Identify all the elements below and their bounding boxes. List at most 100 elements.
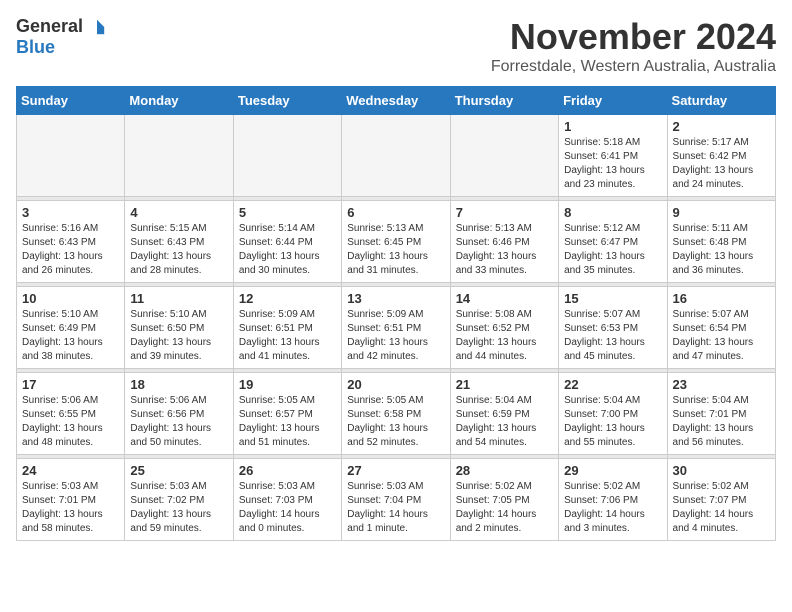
- calendar-cell: 24 Sunrise: 5:03 AM Sunset: 7:01 PM Dayli…: [17, 459, 125, 541]
- day-info: Sunrise: 5:06 AM Sunset: 6:56 PM Dayligh…: [130, 394, 227, 450]
- calendar-cell: 26 Sunrise: 5:03 AM Sunset: 7:03 PM Dayli…: [233, 459, 341, 541]
- logo-icon: [88, 18, 106, 36]
- day-info: Sunrise: 5:13 AM Sunset: 6:45 PM Dayligh…: [347, 222, 444, 278]
- calendar-cell: [17, 115, 125, 197]
- logo-blue: Blue: [16, 37, 55, 57]
- day-info: Sunrise: 5:03 AM Sunset: 7:01 PM Dayligh…: [22, 480, 119, 536]
- calendar-dow-friday: Friday: [559, 87, 667, 115]
- day-info: Sunrise: 5:02 AM Sunset: 7:07 PM Dayligh…: [673, 480, 770, 536]
- calendar-cell: 17Sunrise: 5:06 AM Sunset: 6:55 PM Dayli…: [17, 373, 125, 455]
- location: Forrestdale, Western Australia, Australi…: [491, 58, 776, 76]
- calendar-cell: 22 Sunrise: 5:04 AM Sunset: 7:00 PM Dayli…: [559, 373, 667, 455]
- day-number: 14: [456, 291, 553, 306]
- day-info: Sunrise: 5:09 AM Sunset: 6:51 PM Dayligh…: [239, 308, 336, 364]
- calendar-cell: 8Sunrise: 5:12 AM Sunset: 6:47 PM Daylig…: [559, 201, 667, 283]
- day-number: 5: [239, 205, 336, 220]
- day-number: 8: [564, 205, 661, 220]
- day-info: Sunrise: 5:05 AM Sunset: 6:57 PM Dayligh…: [239, 394, 336, 450]
- calendar-cell: 16 Sunrise: 5:07 AM Sunset: 6:54 PM Dayli…: [667, 287, 775, 369]
- day-info: Sunrise: 5:04 AM Sunset: 6:59 PM Dayligh…: [456, 394, 553, 450]
- day-info: Sunrise: 5:04 AM Sunset: 7:00 PM Dayligh…: [564, 394, 661, 450]
- page-header: General Blue November 2024 Forrestdale, …: [16, 16, 776, 76]
- calendar-cell: [342, 115, 450, 197]
- day-number: 28: [456, 463, 553, 478]
- day-number: 7: [456, 205, 553, 220]
- day-info: Sunrise: 5:11 AM Sunset: 6:48 PM Dayligh…: [673, 222, 770, 278]
- day-info: Sunrise: 5:02 AM Sunset: 7:06 PM Dayligh…: [564, 480, 661, 536]
- day-number: 19: [239, 377, 336, 392]
- day-info: Sunrise: 5:08 AM Sunset: 6:52 PM Dayligh…: [456, 308, 553, 364]
- calendar-table: SundayMondayTuesdayWednesdayThursdayFrid…: [16, 86, 776, 541]
- calendar-week-row: 3 Sunrise: 5:16 AM Sunset: 6:43 PM Daylig…: [17, 201, 776, 283]
- calendar-cell: 7 Sunrise: 5:13 AM Sunset: 6:46 PM Daylig…: [450, 201, 558, 283]
- day-number: 22: [564, 377, 661, 392]
- calendar-dow-saturday: Saturday: [667, 87, 775, 115]
- day-number: 20: [347, 377, 444, 392]
- calendar-week-row: 24 Sunrise: 5:03 AM Sunset: 7:01 PM Dayli…: [17, 459, 776, 541]
- calendar-cell: 15 Sunrise: 5:07 AM Sunset: 6:53 PM Dayli…: [559, 287, 667, 369]
- calendar-cell: 5 Sunrise: 5:14 AM Sunset: 6:44 PM Daylig…: [233, 201, 341, 283]
- day-info: Sunrise: 5:09 AM Sunset: 6:51 PM Dayligh…: [347, 308, 444, 364]
- day-info: Sunrise: 5:16 AM Sunset: 6:43 PM Dayligh…: [22, 222, 119, 278]
- calendar-cell: 19 Sunrise: 5:05 AM Sunset: 6:57 PM Dayli…: [233, 373, 341, 455]
- calendar-header-row: SundayMondayTuesdayWednesdayThursdayFrid…: [17, 87, 776, 115]
- day-info: Sunrise: 5:03 AM Sunset: 7:03 PM Dayligh…: [239, 480, 336, 536]
- calendar-dow-wednesday: Wednesday: [342, 87, 450, 115]
- day-number: 3: [22, 205, 119, 220]
- day-number: 17: [22, 377, 119, 392]
- calendar-cell: 25Sunrise: 5:03 AM Sunset: 7:02 PM Dayli…: [125, 459, 233, 541]
- title-block: November 2024 Forrestdale, Western Austr…: [491, 16, 776, 76]
- day-number: 26: [239, 463, 336, 478]
- day-number: 16: [673, 291, 770, 306]
- calendar-cell: 4Sunrise: 5:15 AM Sunset: 6:43 PM Daylig…: [125, 201, 233, 283]
- calendar-cell: 10 Sunrise: 5:10 AM Sunset: 6:49 PM Dayli…: [17, 287, 125, 369]
- calendar-week-row: 1 Sunrise: 5:18 AM Sunset: 6:41 PM Daylig…: [17, 115, 776, 197]
- calendar-cell: [125, 115, 233, 197]
- calendar-cell: 12 Sunrise: 5:09 AM Sunset: 6:51 PM Dayli…: [233, 287, 341, 369]
- calendar-cell: 2Sunrise: 5:17 AM Sunset: 6:42 PM Daylig…: [667, 115, 775, 197]
- day-info: Sunrise: 5:04 AM Sunset: 7:01 PM Dayligh…: [673, 394, 770, 450]
- day-info: Sunrise: 5:10 AM Sunset: 6:49 PM Dayligh…: [22, 308, 119, 364]
- day-number: 13: [347, 291, 444, 306]
- calendar-cell: 14 Sunrise: 5:08 AM Sunset: 6:52 PM Dayli…: [450, 287, 558, 369]
- day-info: Sunrise: 5:17 AM Sunset: 6:42 PM Dayligh…: [673, 136, 770, 192]
- day-info: Sunrise: 5:07 AM Sunset: 6:53 PM Dayligh…: [564, 308, 661, 364]
- calendar-cell: 29Sunrise: 5:02 AM Sunset: 7:06 PM Dayli…: [559, 459, 667, 541]
- day-number: 10: [22, 291, 119, 306]
- day-info: Sunrise: 5:03 AM Sunset: 7:04 PM Dayligh…: [347, 480, 444, 536]
- day-info: Sunrise: 5:13 AM Sunset: 6:46 PM Dayligh…: [456, 222, 553, 278]
- day-number: 11: [130, 291, 227, 306]
- calendar-cell: 21 Sunrise: 5:04 AM Sunset: 6:59 PM Dayli…: [450, 373, 558, 455]
- day-info: Sunrise: 5:18 AM Sunset: 6:41 PM Dayligh…: [564, 136, 661, 192]
- day-info: Sunrise: 5:10 AM Sunset: 6:50 PM Dayligh…: [130, 308, 227, 364]
- calendar-cell: [450, 115, 558, 197]
- calendar-cell: 28 Sunrise: 5:02 AM Sunset: 7:05 PM Dayli…: [450, 459, 558, 541]
- calendar-cell: 6 Sunrise: 5:13 AM Sunset: 6:45 PM Daylig…: [342, 201, 450, 283]
- day-number: 1: [564, 119, 661, 134]
- day-info: Sunrise: 5:02 AM Sunset: 7:05 PM Dayligh…: [456, 480, 553, 536]
- day-number: 15: [564, 291, 661, 306]
- calendar-cell: 1 Sunrise: 5:18 AM Sunset: 6:41 PM Daylig…: [559, 115, 667, 197]
- day-number: 12: [239, 291, 336, 306]
- day-number: 21: [456, 377, 553, 392]
- day-number: 6: [347, 205, 444, 220]
- day-info: Sunrise: 5:14 AM Sunset: 6:44 PM Dayligh…: [239, 222, 336, 278]
- day-number: 24: [22, 463, 119, 478]
- day-number: 30: [673, 463, 770, 478]
- calendar-dow-monday: Monday: [125, 87, 233, 115]
- calendar-dow-sunday: Sunday: [17, 87, 125, 115]
- calendar-cell: 27 Sunrise: 5:03 AM Sunset: 7:04 PM Dayli…: [342, 459, 450, 541]
- logo-general: General: [16, 16, 106, 36]
- day-number: 27: [347, 463, 444, 478]
- calendar-cell: 13 Sunrise: 5:09 AM Sunset: 6:51 PM Dayli…: [342, 287, 450, 369]
- calendar-cell: 3 Sunrise: 5:16 AM Sunset: 6:43 PM Daylig…: [17, 201, 125, 283]
- day-info: Sunrise: 5:07 AM Sunset: 6:54 PM Dayligh…: [673, 308, 770, 364]
- day-number: 23: [673, 377, 770, 392]
- calendar-cell: 23 Sunrise: 5:04 AM Sunset: 7:01 PM Dayli…: [667, 373, 775, 455]
- day-number: 25: [130, 463, 227, 478]
- month-title: November 2024: [491, 16, 776, 58]
- calendar-dow-tuesday: Tuesday: [233, 87, 341, 115]
- calendar-cell: 9Sunrise: 5:11 AM Sunset: 6:48 PM Daylig…: [667, 201, 775, 283]
- calendar-week-row: 17Sunrise: 5:06 AM Sunset: 6:55 PM Dayli…: [17, 373, 776, 455]
- calendar-cell: [233, 115, 341, 197]
